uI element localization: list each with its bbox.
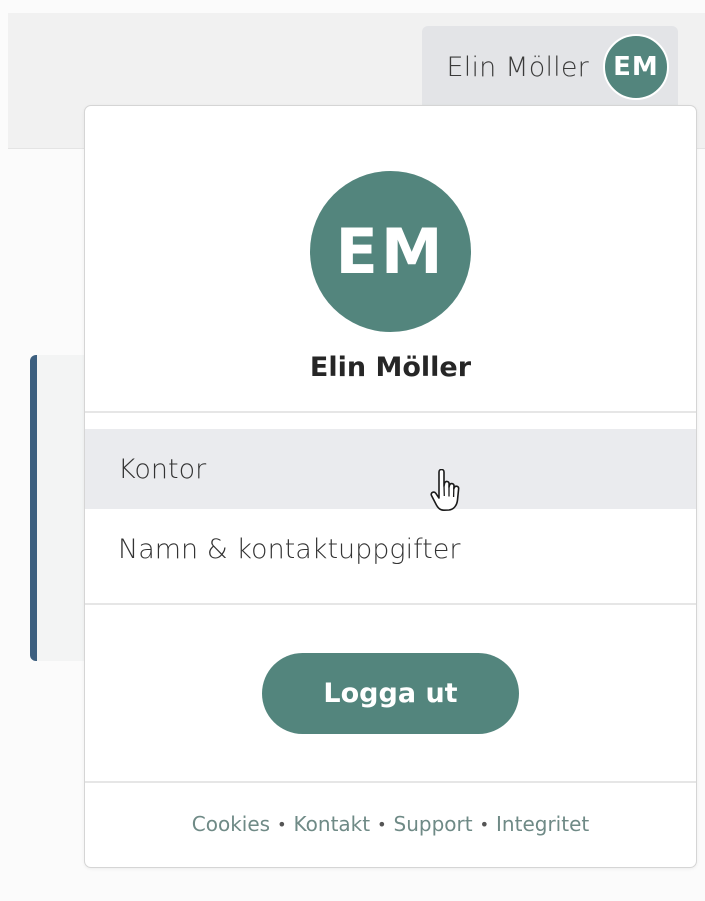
menu-item-label: Kontor [118, 453, 207, 485]
footer-separator: • [479, 814, 490, 834]
footer-link-cookies[interactable]: Cookies [192, 812, 270, 836]
header-user-name: Elin Möller [446, 51, 589, 83]
profile-menu-toggle[interactable]: Elin Möller EM [422, 26, 678, 108]
footer-link-integritet[interactable]: Integritet [496, 812, 589, 836]
dropdown-user-header: EM Elin Möller [85, 106, 696, 413]
dropdown-user-name: Elin Möller [309, 352, 472, 383]
hand-pointer-icon [430, 469, 460, 511]
background-panel [30, 355, 90, 661]
header-avatar: EM [603, 34, 669, 100]
footer-link-support[interactable]: Support [394, 812, 473, 836]
footer-link-kontakt[interactable]: Kontakt [294, 812, 371, 836]
footer-separator: • [377, 814, 387, 834]
dropdown-footer: Cookies • Kontakt • Support • Integritet [85, 783, 696, 865]
menu-item-kontor[interactable]: Kontor [85, 429, 696, 511]
menu-item-label: Namn & kontaktuppgifter [118, 533, 461, 565]
menu-item-contact-details[interactable]: Namn & kontaktuppgifter [85, 509, 696, 589]
profile-menu: Kontor Namn & kontaktuppgifter [85, 413, 696, 605]
footer-separator: • [277, 814, 287, 834]
profile-dropdown: EM Elin Möller Kontor Namn & kontaktuppg… [84, 105, 697, 868]
logout-section: Logga ut [85, 605, 696, 783]
logout-button[interactable]: Logga ut [262, 653, 519, 734]
page: Elin Möller EM EM Elin Möller Kontor Nam… [0, 0, 705, 901]
avatar: EM [310, 171, 471, 332]
